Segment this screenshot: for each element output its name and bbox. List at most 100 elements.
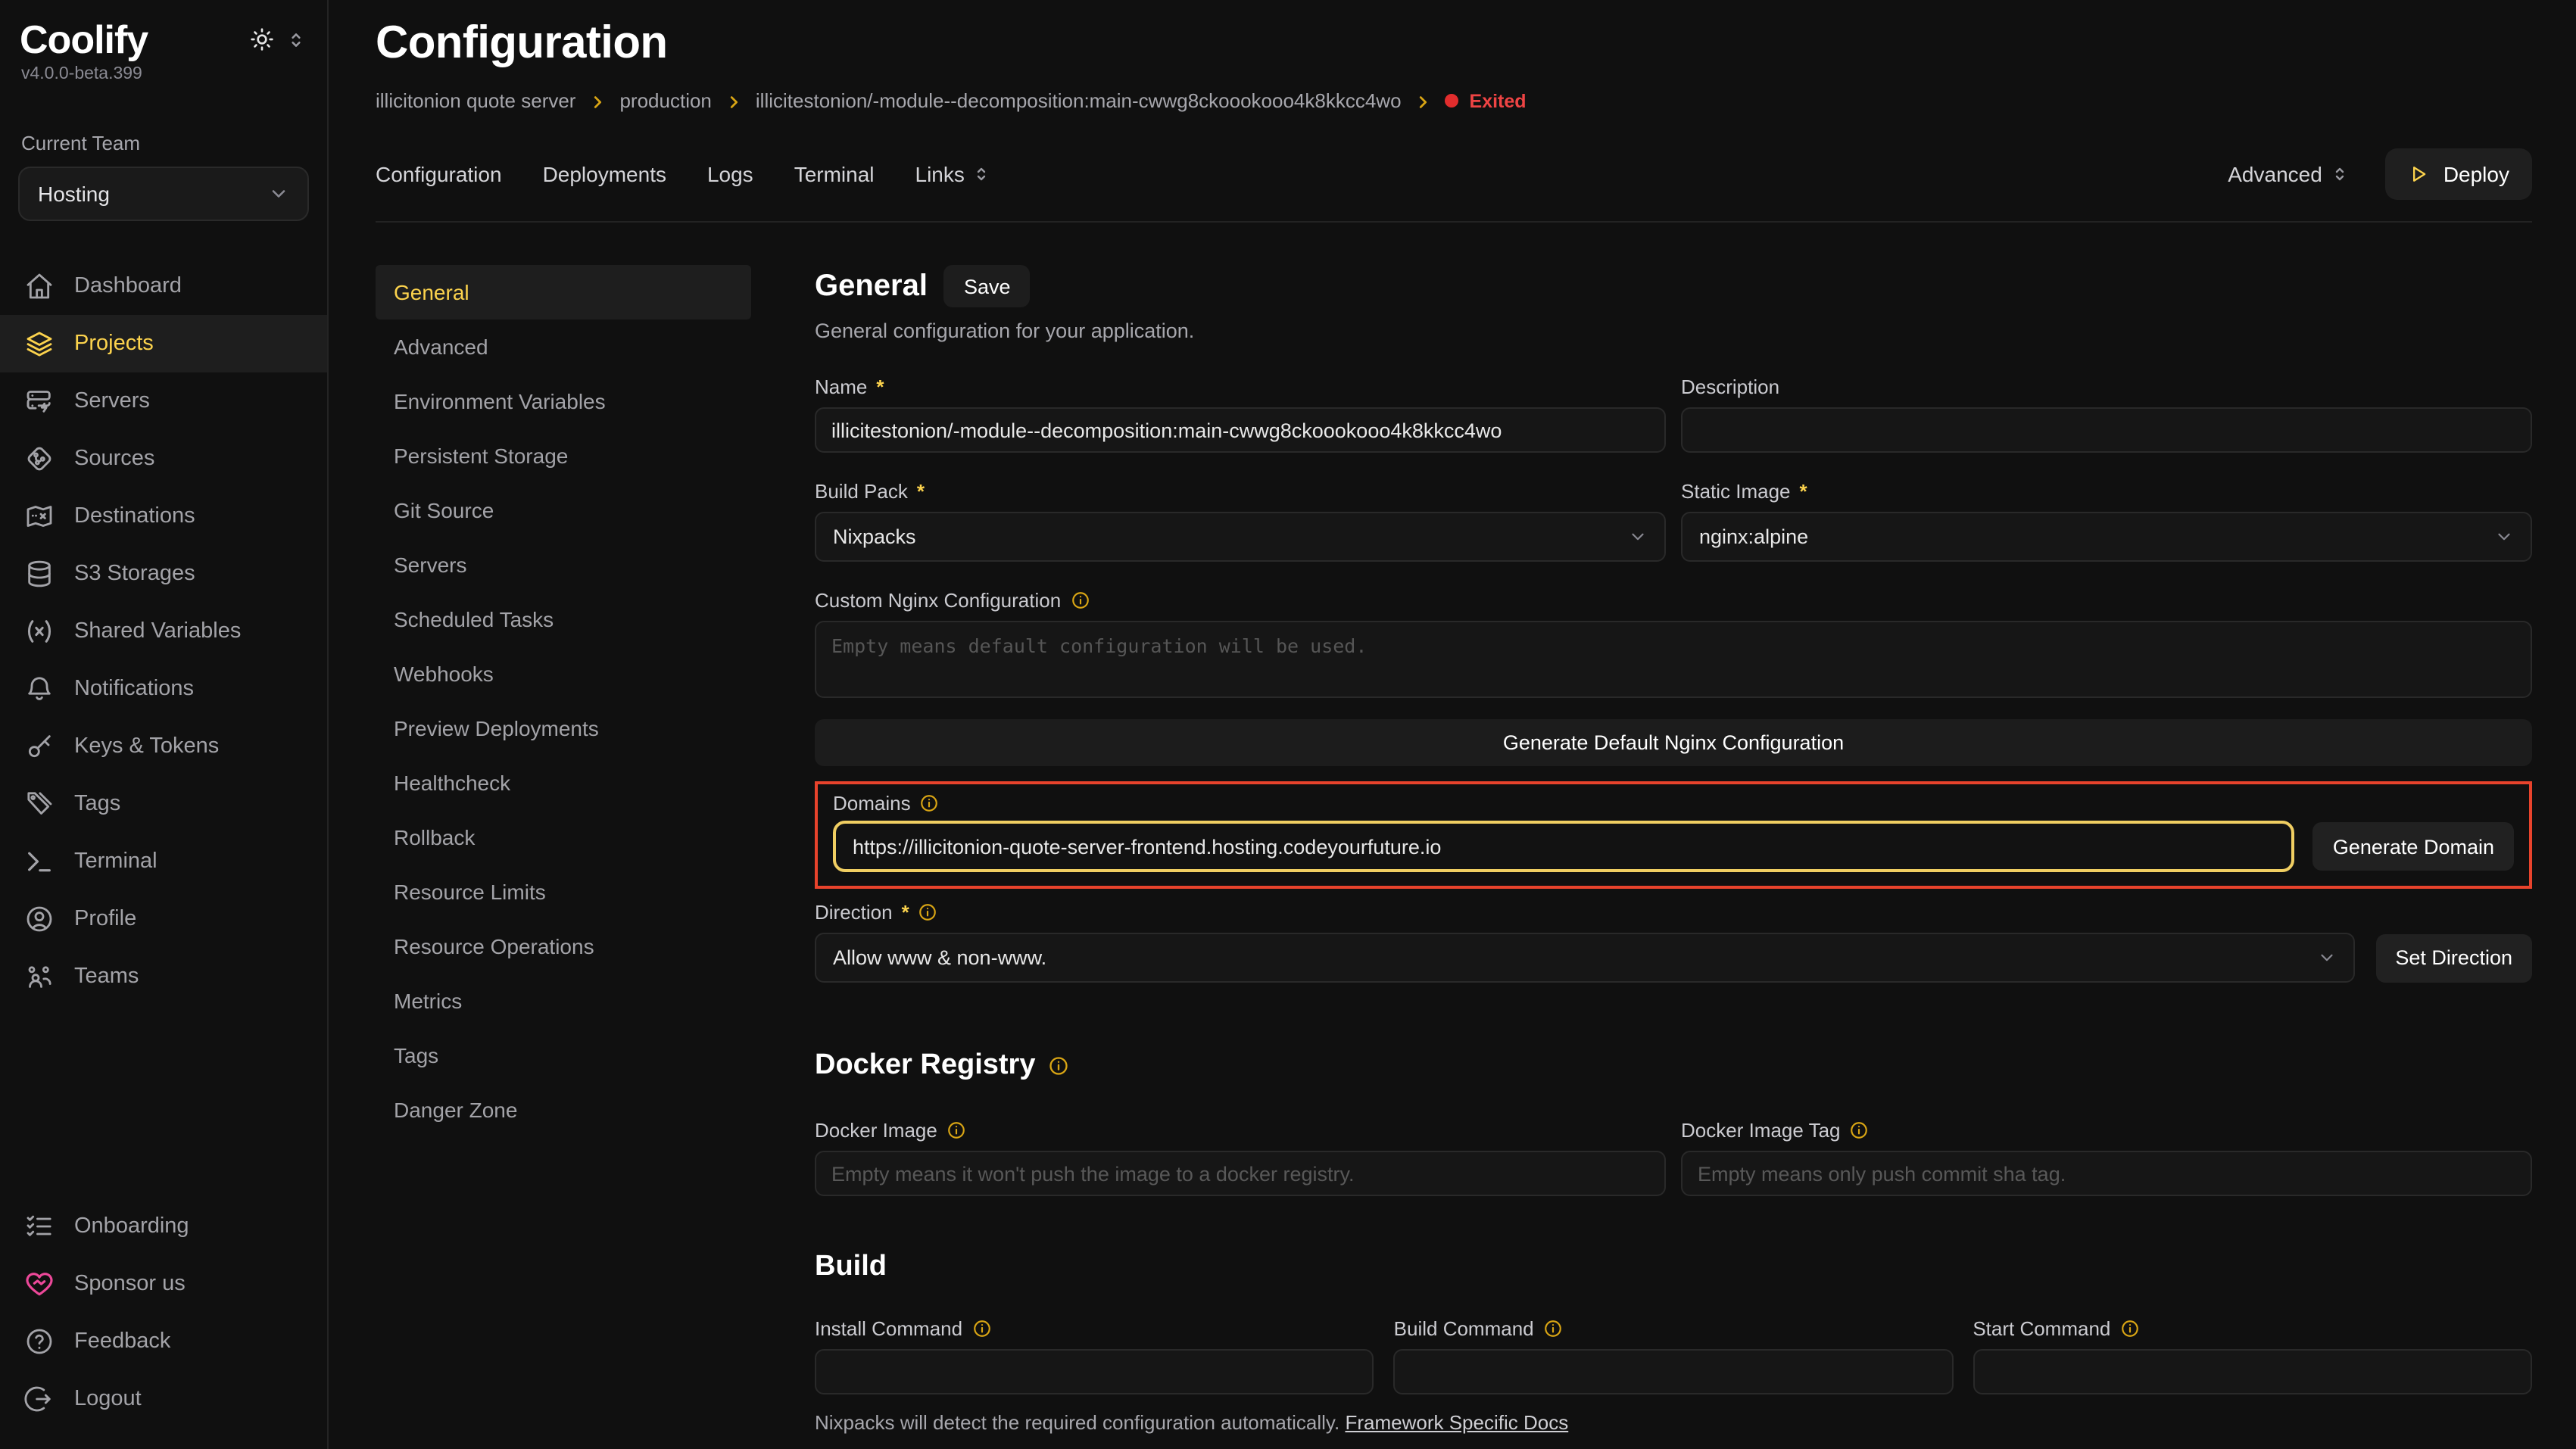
domains-input[interactable]	[833, 821, 2295, 872]
sidebar-item-keys-tokens[interactable]: Keys & Tokens	[0, 717, 327, 774]
generate-nginx-button[interactable]: Generate Default Nginx Configuration	[815, 719, 2532, 766]
sidebar-item-label: Sources	[74, 446, 154, 470]
required-asterisk: *	[917, 480, 925, 503]
subnav-item-resource-limits[interactable]: Resource Limits	[376, 865, 751, 919]
sidebar-item-logout[interactable]: Logout	[0, 1370, 327, 1428]
tab-deployments[interactable]: Deployments	[543, 162, 666, 186]
info-icon[interactable]	[1543, 1319, 1563, 1338]
sidebar-item-label: Logout	[74, 1387, 142, 1411]
sidebar-item-sponsor-us[interactable]: Sponsor us	[0, 1255, 327, 1313]
database-icon	[24, 558, 55, 588]
tab-configuration[interactable]: Configuration	[376, 162, 502, 186]
theme-select-chevrons-icon[interactable]	[286, 30, 306, 49]
advanced-dropdown[interactable]: Advanced	[2228, 162, 2350, 186]
description-input[interactable]	[1681, 407, 2532, 453]
subnav-item-danger-zone[interactable]: Danger Zone	[376, 1083, 751, 1137]
sidebar-item-dashboard[interactable]: Dashboard	[0, 257, 327, 314]
heart-hands-icon	[24, 1269, 55, 1299]
tab-links[interactable]: Links	[915, 162, 990, 186]
breadcrumb-environment[interactable]: production	[619, 89, 711, 112]
subnav-item-servers[interactable]: Servers	[376, 538, 751, 592]
subnav-item-persistent-storage[interactable]: Persistent Storage	[376, 428, 751, 483]
build-command-input[interactable]	[1394, 1349, 1954, 1394]
team-select[interactable]: Hosting	[18, 166, 309, 220]
sidebar-item-sources[interactable]: Sources	[0, 429, 327, 487]
tab-logs[interactable]: Logs	[707, 162, 753, 186]
required-asterisk: *	[1800, 480, 1807, 503]
deploy-label: Deploy	[2443, 162, 2509, 186]
subnav-item-environment-variables[interactable]: Environment Variables	[376, 374, 751, 428]
sidebar-item-label: S3 Storages	[74, 561, 195, 585]
info-icon[interactable]	[920, 793, 940, 813]
subnav-item-metrics[interactable]: Metrics	[376, 974, 751, 1028]
subnav-item-general[interactable]: General	[376, 265, 751, 319]
breadcrumb-project[interactable]: illicitonion quote server	[376, 89, 575, 112]
custom-nginx-label: Custom Nginx Configuration	[815, 589, 1061, 612]
info-icon[interactable]	[1070, 591, 1090, 610]
save-button[interactable]: Save	[944, 265, 1031, 307]
info-icon[interactable]	[1047, 1055, 1068, 1077]
set-direction-button[interactable]: Set Direction	[2375, 933, 2532, 982]
sidebar-item-tags[interactable]: Tags	[0, 774, 327, 832]
subnav-item-git-source[interactable]: Git Source	[376, 483, 751, 538]
subnav-item-scheduled-tasks[interactable]: Scheduled Tasks	[376, 592, 751, 647]
sidebar-footer: Onboarding Sponsor us Feedback Logout	[0, 1198, 327, 1449]
sidebar-item-shared-variables[interactable]: Shared Variables	[0, 602, 327, 659]
static-image-value: nginx:alpine	[1699, 525, 1808, 548]
sidebar-item-s3-storages[interactable]: S3 Storages	[0, 544, 327, 602]
custom-nginx-textarea[interactable]	[815, 621, 2532, 698]
subnav-item-webhooks[interactable]: Webhooks	[376, 647, 751, 701]
direction-select[interactable]: Allow www & non-www.	[815, 933, 2354, 983]
subnav-item-healthcheck[interactable]: Healthcheck	[376, 756, 751, 810]
config-subnav: General Advanced Environment Variables P…	[376, 265, 751, 1449]
sidebar-item-projects[interactable]: Projects	[0, 314, 327, 372]
tab-terminal[interactable]: Terminal	[794, 162, 875, 186]
page-title: Configuration	[376, 18, 2532, 70]
docker-image-tag-input[interactable]	[1681, 1151, 2532, 1196]
info-icon[interactable]	[1850, 1120, 1870, 1140]
info-icon[interactable]	[971, 1319, 991, 1338]
build-command-label: Build Command	[1394, 1317, 1534, 1340]
build-pack-label: Build Pack	[815, 480, 908, 503]
framework-docs-link[interactable]: Framework Specific Docs	[1345, 1411, 1568, 1434]
static-image-select[interactable]: nginx:alpine	[1681, 512, 2532, 562]
install-command-input[interactable]	[815, 1349, 1374, 1394]
sidebar-item-servers[interactable]: Servers	[0, 372, 327, 429]
theme-toggle-sun-icon[interactable]	[250, 27, 274, 51]
name-label: Name	[815, 375, 867, 398]
start-command-label: Start Command	[1973, 1317, 2110, 1340]
subnav-item-rollback[interactable]: Rollback	[376, 810, 751, 865]
status-badge: Exited	[1445, 90, 1527, 111]
start-command-input[interactable]	[1973, 1349, 2532, 1394]
generate-domain-button[interactable]: Generate Domain	[2313, 822, 2514, 871]
info-icon[interactable]	[2119, 1319, 2139, 1338]
direction-label: Direction	[815, 901, 893, 924]
subnav-item-advanced[interactable]: Advanced	[376, 319, 751, 374]
sidebar-item-label: Dashboard	[74, 273, 182, 298]
sidebar-item-feedback[interactable]: Feedback	[0, 1313, 327, 1370]
sidebar-item-profile[interactable]: Profile	[0, 890, 327, 947]
sidebar-item-destinations[interactable]: Destinations	[0, 487, 327, 544]
docker-image-input[interactable]	[815, 1151, 1666, 1196]
subnav-item-resource-operations[interactable]: Resource Operations	[376, 919, 751, 974]
sidebar-item-label: Profile	[74, 906, 136, 930]
subnav-item-preview-deployments[interactable]: Preview Deployments	[376, 701, 751, 756]
name-input[interactable]	[815, 407, 1666, 453]
nixpacks-note-text: Nixpacks will detect the required config…	[815, 1411, 1339, 1434]
sidebar-item-onboarding[interactable]: Onboarding	[0, 1198, 327, 1255]
info-icon[interactable]	[947, 1120, 966, 1140]
advanced-label: Advanced	[2228, 162, 2322, 186]
subnav-item-tags[interactable]: Tags	[376, 1028, 751, 1083]
sidebar-item-label: Projects	[74, 331, 154, 355]
updown-chevron-icon	[972, 165, 990, 183]
sidebar-item-terminal[interactable]: Terminal	[0, 832, 327, 890]
build-pack-select[interactable]: Nixpacks	[815, 512, 1666, 562]
sidebar-item-label: Teams	[74, 964, 139, 988]
sidebar-item-notifications[interactable]: Notifications	[0, 659, 327, 717]
sidebar-item-label: Servers	[74, 388, 150, 413]
breadcrumb-application[interactable]: illicitestonion/-module--decomposition:m…	[756, 89, 1402, 112]
sidebar-item-teams[interactable]: Teams	[0, 947, 327, 1005]
info-icon[interactable]	[918, 902, 938, 922]
deploy-button[interactable]: Deploy	[2386, 148, 2532, 200]
static-image-label: Static Image	[1681, 480, 1791, 503]
